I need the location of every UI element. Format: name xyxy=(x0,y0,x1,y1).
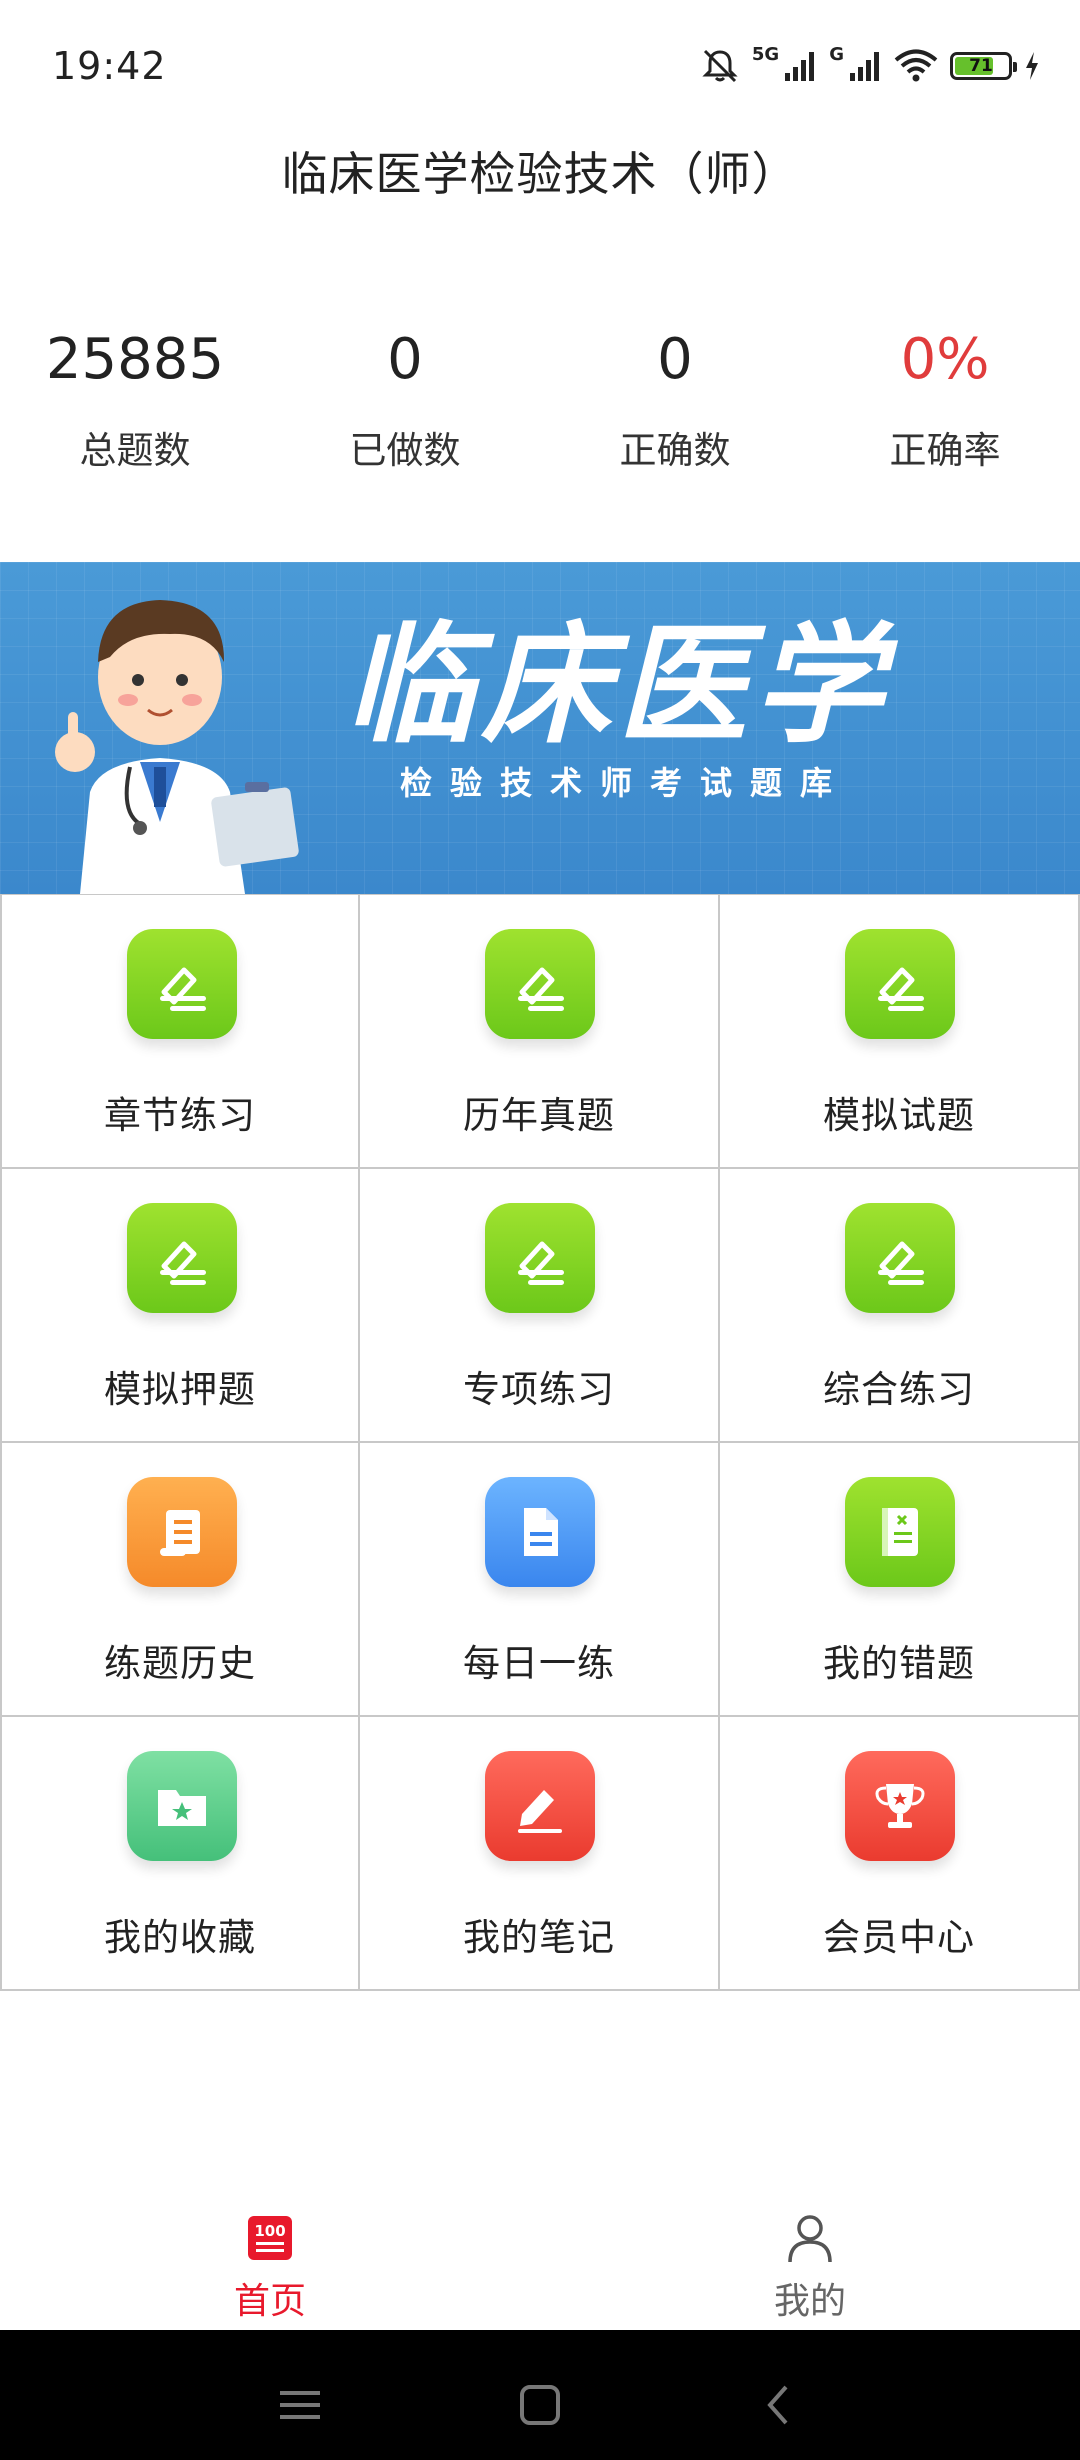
menu-item-label: 章节练习 xyxy=(104,1094,256,1137)
network-g-label: G xyxy=(829,44,844,65)
stat-label: 总题数 xyxy=(79,429,191,472)
home-badge-text: 100 xyxy=(254,2222,285,2240)
document-icon xyxy=(485,1477,595,1587)
home-100-icon: 100 xyxy=(248,2216,292,2260)
nav-mine[interactable]: 我的 xyxy=(540,2190,1080,2330)
menu-item-1[interactable]: 章节练习 xyxy=(0,895,360,1169)
menu-item-label: 模拟试题 xyxy=(823,1094,975,1137)
scroll-list-icon xyxy=(127,1477,237,1587)
menu-item-6[interactable]: 综合练习 xyxy=(720,1169,1080,1443)
menu-item-11[interactable]: 我的笔记 xyxy=(360,1717,720,1991)
nav-home-label: 首页 xyxy=(233,2281,306,2322)
muted-bell-icon xyxy=(702,49,738,83)
menu-item-4[interactable]: 模拟押题 xyxy=(0,1169,360,1443)
back-icon[interactable] xyxy=(750,2375,810,2435)
stat-total: 25885 总题数 xyxy=(0,320,270,474)
menu-item-7[interactable]: 练题历史 xyxy=(0,1443,360,1717)
stat-label: 正确数 xyxy=(619,429,731,472)
stat-done: 0 已做数 xyxy=(270,320,540,474)
status-bar: 19:42 5G G 71 xyxy=(0,0,1080,135)
home-icon[interactable] xyxy=(510,2375,570,2435)
promo-banner[interactable]: 临床医学 检验技术师考试题库 xyxy=(0,562,1080,894)
stat-value: 25885 xyxy=(45,327,225,392)
user-icon xyxy=(788,2215,832,2263)
clock: 19:42 xyxy=(52,44,167,88)
stat-correct: 0 正确数 xyxy=(540,320,810,474)
banner-subtitle: 检验技术师考试题库 xyxy=(400,764,851,802)
menu-item-label: 会员中心 xyxy=(823,1916,975,1959)
pencil-edit-icon xyxy=(845,929,955,1039)
pencil-edit-icon xyxy=(127,929,237,1039)
pencil-edit-icon xyxy=(845,1203,955,1313)
menu-item-label: 练题历史 xyxy=(104,1642,256,1685)
menu-item-label: 每日一练 xyxy=(463,1642,615,1685)
menu-item-9[interactable]: 我的错题 xyxy=(720,1443,1080,1717)
menu-item-10[interactable]: 我的收藏 xyxy=(0,1717,360,1991)
system-nav-bar xyxy=(0,2330,1080,2460)
stat-label: 正确率 xyxy=(889,429,1001,472)
banner-title: 临床医学 xyxy=(345,609,890,761)
stats-row: 25885 总题数 0 已做数 0 正确数 0% 正确率 xyxy=(0,320,1080,474)
doctor-illustration xyxy=(55,600,299,894)
network-5g-label: 5G xyxy=(751,44,780,65)
stat-value: 0% xyxy=(900,327,990,392)
nav-home[interactable]: 100 首页 xyxy=(0,2190,540,2330)
menu-item-label: 我的笔记 xyxy=(463,1916,615,1959)
error-book-icon xyxy=(845,1477,955,1587)
wifi-icon xyxy=(894,49,938,82)
stat-value: 0 xyxy=(387,327,423,392)
stat-label: 已做数 xyxy=(349,429,461,472)
feature-grid: 章节练习 历年真题 模拟试题模拟押题 专项练习 综合练习练题历史 每日一练 我的错题我的收藏… xyxy=(0,894,1080,1991)
trophy-icon xyxy=(845,1751,955,1861)
status-icons: 5G G 71 xyxy=(700,44,1040,88)
charging-icon xyxy=(1026,52,1038,80)
pencil-edit-icon xyxy=(127,1203,237,1313)
pencil-edit-icon xyxy=(485,929,595,1039)
nav-mine-label: 我的 xyxy=(773,2281,846,2322)
menu-item-2[interactable]: 历年真题 xyxy=(360,895,720,1169)
page-title: 临床医学检验技术（师） xyxy=(281,147,799,201)
note-pencil-icon xyxy=(485,1751,595,1861)
stat-value: 0 xyxy=(657,327,693,392)
menu-item-label: 专项练习 xyxy=(463,1368,615,1411)
star-folder-icon xyxy=(127,1751,237,1861)
menu-item-label: 我的收藏 xyxy=(104,1916,256,1959)
menu-item-label: 我的错题 xyxy=(823,1642,975,1685)
menu-item-label: 综合练习 xyxy=(823,1368,975,1411)
menu-icon[interactable] xyxy=(270,2375,330,2435)
bottom-nav: 100 首页 我的 xyxy=(0,2190,1080,2330)
menu-item-8[interactable]: 每日一练 xyxy=(360,1443,720,1717)
menu-item-label: 模拟押题 xyxy=(104,1368,256,1411)
menu-item-label: 历年真题 xyxy=(463,1094,615,1137)
battery-icon: 71 xyxy=(950,52,1017,80)
signal-icon-2 xyxy=(850,52,879,81)
stat-accuracy: 0% 正确率 xyxy=(810,320,1080,474)
menu-item-12[interactable]: 会员中心 xyxy=(720,1717,1080,1991)
menu-item-5[interactable]: 专项练习 xyxy=(360,1169,720,1443)
signal-icon xyxy=(785,52,815,81)
pencil-edit-icon xyxy=(485,1203,595,1313)
menu-item-3[interactable]: 模拟试题 xyxy=(720,895,1080,1169)
battery-level: 71 xyxy=(969,56,993,76)
